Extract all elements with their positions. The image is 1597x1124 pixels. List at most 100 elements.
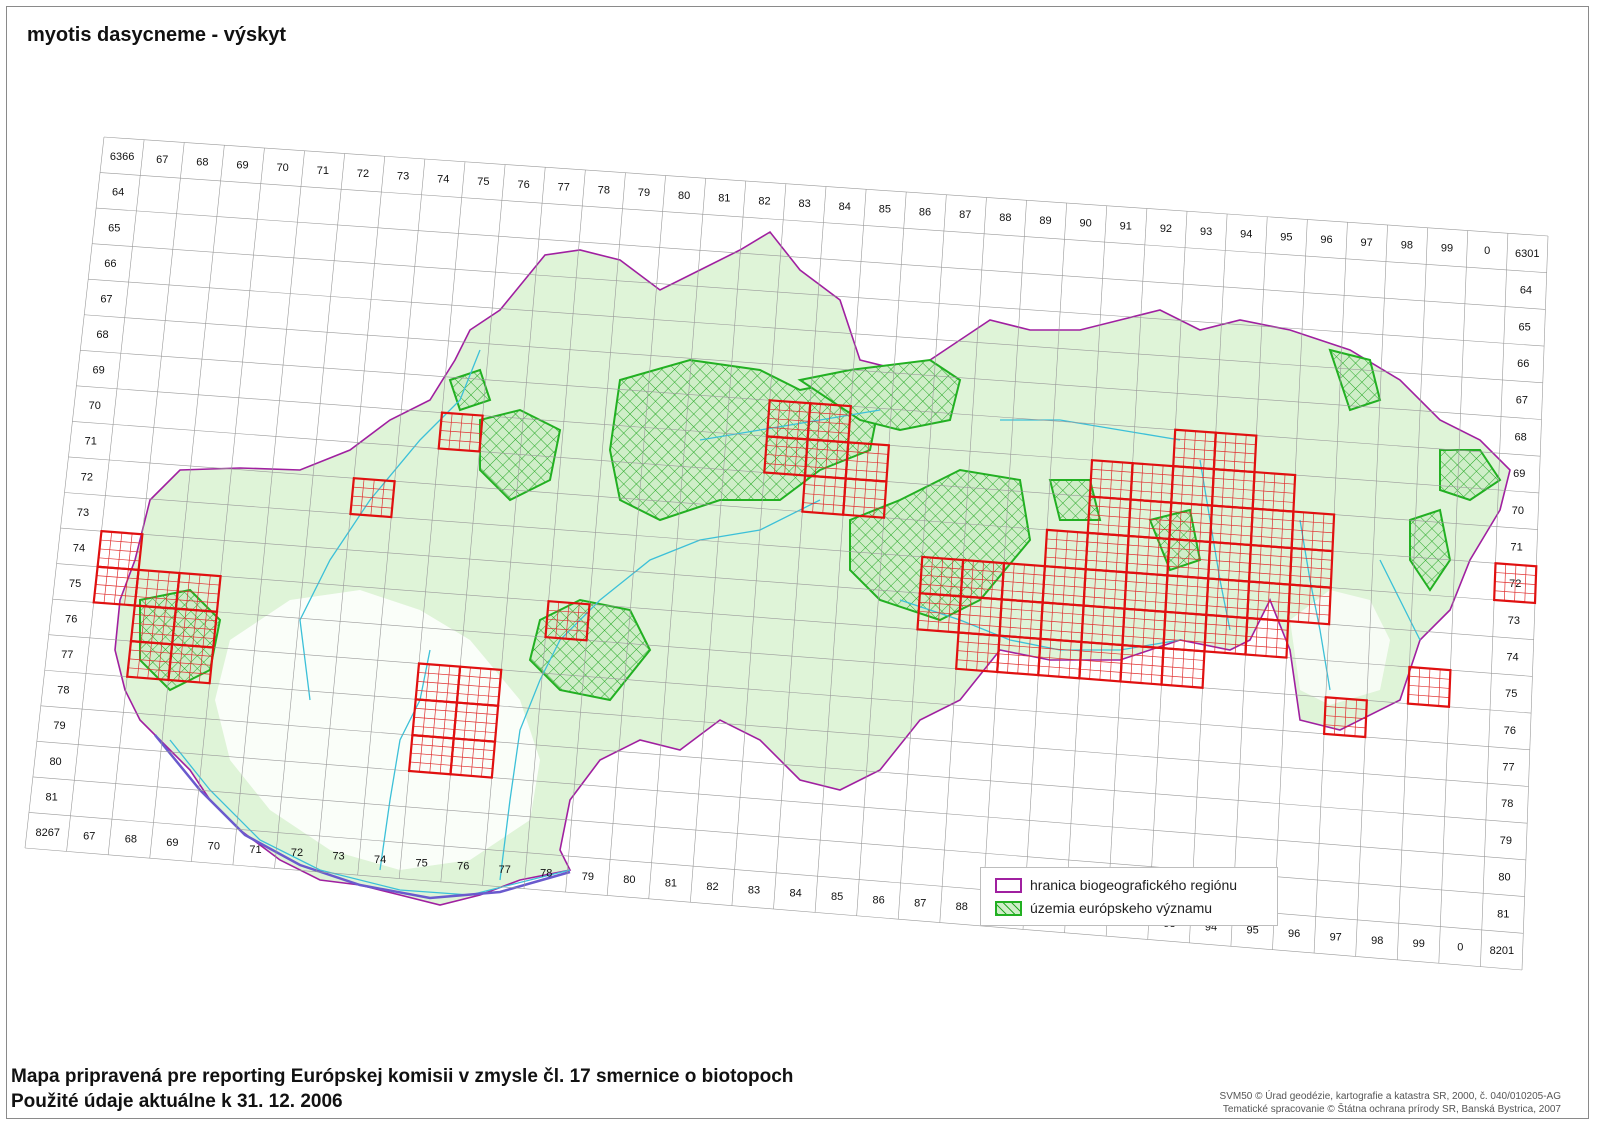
grid-label-bottom: 77 — [499, 864, 511, 876]
grid-label-bottom: 8201 — [1490, 945, 1514, 957]
grid-label-right: 66 — [1517, 358, 1529, 370]
grid-label-bottom: 80 — [623, 874, 635, 886]
grid-label-top: 84 — [839, 201, 851, 213]
grid-label-top: 89 — [1039, 215, 1051, 227]
grid-label-left: 79 — [53, 720, 65, 732]
legend-item-region-border: hranica biogeografického regiónu — [995, 876, 1237, 894]
grid-label-top: 96 — [1320, 234, 1332, 246]
occurrence-square — [1160, 647, 1206, 689]
grid-label-bottom: 74 — [374, 854, 386, 866]
grid-label-top: 77 — [558, 182, 570, 194]
grid-label-top: 92 — [1160, 223, 1172, 235]
grid-label-bottom: 8267 — [36, 827, 60, 839]
grid-label-right: 79 — [1500, 835, 1512, 847]
grid-label-right: 65 — [1518, 321, 1530, 333]
european-sites-swatch — [995, 900, 1022, 916]
grid-label-left: 70 — [89, 400, 101, 412]
grid-label-top: 70 — [277, 162, 289, 174]
grid-label-left: 81 — [46, 791, 58, 803]
grid-line-horizontal — [100, 172, 1547, 273]
footer-line-1: Mapa pripravená pre reporting Európskej … — [11, 1066, 794, 1087]
grid-label-top: 78 — [598, 184, 610, 196]
grid-label-left: 69 — [92, 365, 104, 377]
grid-label-top: 93 — [1200, 226, 1212, 238]
grid-label-bottom: 85 — [831, 891, 843, 903]
grid-label-top: 99 — [1441, 242, 1453, 254]
grid-label-right: 80 — [1498, 872, 1510, 884]
grid-label-bottom: 84 — [789, 888, 801, 900]
grid-label-top: 98 — [1401, 240, 1413, 252]
grid-label-bottom: 69 — [166, 837, 178, 849]
grid-label-top: 69 — [236, 159, 248, 171]
grid-label-top: 95 — [1280, 231, 1292, 243]
grid-label-top: 73 — [397, 171, 409, 183]
grid-label-bottom: 67 — [83, 830, 95, 842]
grid-label-bottom: 75 — [416, 857, 428, 869]
grid-label-bottom: 81 — [665, 878, 677, 890]
grid-label-right: 78 — [1501, 798, 1513, 810]
grid-label-bottom: 98 — [1371, 935, 1383, 947]
grid-label-bottom: 83 — [748, 884, 760, 896]
grid-label-bottom: 0 — [1457, 942, 1463, 954]
grid-label-bottom: 73 — [332, 851, 344, 863]
grid-label-right: 75 — [1505, 688, 1517, 700]
grid-label-bottom: 87 — [914, 898, 926, 910]
grid-label-top: 81 — [718, 193, 730, 205]
grid-label-left: 78 — [57, 685, 69, 697]
grid-label-top: 6301 — [1515, 248, 1539, 260]
grid-label-right: 64 — [1520, 285, 1532, 297]
grid-line-horizontal — [28, 812, 1524, 934]
credit-line-1: SVM50 © Úrad geodézie, kartografie a kat… — [1219, 1091, 1561, 1102]
grid-label-bottom: 68 — [125, 834, 137, 846]
grid-label-top: 75 — [477, 176, 489, 188]
map-legend: hranica biogeografického regiónu územia … — [980, 867, 1278, 926]
grid-label-top: 88 — [999, 212, 1011, 224]
grid-label-right: 77 — [1502, 762, 1514, 774]
grid-label-right: 74 — [1506, 651, 1518, 663]
grid-label-top: 68 — [196, 157, 208, 169]
grid-label-top: 82 — [758, 195, 770, 207]
grid-label-top: 71 — [317, 165, 329, 177]
grid-label-top: 90 — [1080, 218, 1092, 230]
grid-label-bottom: 97 — [1330, 931, 1342, 943]
grid-label-top: 97 — [1361, 237, 1373, 249]
grid-label-right: 76 — [1504, 725, 1516, 737]
grid-label-bottom: 72 — [291, 847, 303, 859]
grid-label-bottom: 70 — [208, 840, 220, 852]
grid-label-top: 0 — [1484, 245, 1490, 257]
grid-label-top: 72 — [357, 168, 369, 180]
grid-label-left: 64 — [112, 187, 124, 199]
grid-label-top: 76 — [517, 179, 529, 191]
grid-label-bottom: 71 — [249, 844, 261, 856]
grid-label-bottom: 86 — [873, 894, 885, 906]
grid-label-left: 76 — [65, 614, 77, 626]
legend-item-european-sites: územia európskeho významu — [995, 899, 1212, 917]
grid-label-right: 69 — [1513, 468, 1525, 480]
grid-label-left: 80 — [49, 756, 61, 768]
grid-label-top: 83 — [798, 198, 810, 210]
occurrence-square — [1493, 562, 1538, 605]
grid-label-bottom: 82 — [706, 881, 718, 893]
grid-label-top: 86 — [919, 206, 931, 218]
grid-label-left: 77 — [61, 649, 73, 661]
grid-label-top: 67 — [156, 154, 168, 166]
grid-label-bottom: 88 — [956, 901, 968, 913]
grid-label-right: 73 — [1508, 615, 1520, 627]
grid-label-bottom: 78 — [540, 867, 552, 879]
grid-label-bottom: 96 — [1288, 928, 1300, 940]
grid-label-left: 75 — [69, 578, 81, 590]
grid-label-bottom: 76 — [457, 861, 469, 873]
grid-label-right: 70 — [1512, 505, 1524, 517]
grid-label-top: 79 — [638, 187, 650, 199]
grid-label-top: 74 — [437, 173, 449, 185]
grid-label-left: 67 — [100, 293, 112, 305]
grid-label-top: 91 — [1120, 220, 1132, 232]
grid-label-right: 81 — [1497, 908, 1509, 920]
grid-label-bottom: 95 — [1246, 925, 1258, 937]
grid-label-top: 87 — [959, 209, 971, 221]
grid-left-labels: 64 65 66 67 68 69 70 71 72 73 74 75 76 77 78 79 80 81 — [46, 187, 125, 804]
grid-label-top: 85 — [879, 204, 891, 216]
grid-label-left: 72 — [81, 471, 93, 483]
region-border-swatch — [995, 877, 1022, 893]
map-canvas: 6366 67 68 69 70 71 72 73 74 75 76 77 78 79 80 81 82 83 84… — [24, 136, 1549, 971]
